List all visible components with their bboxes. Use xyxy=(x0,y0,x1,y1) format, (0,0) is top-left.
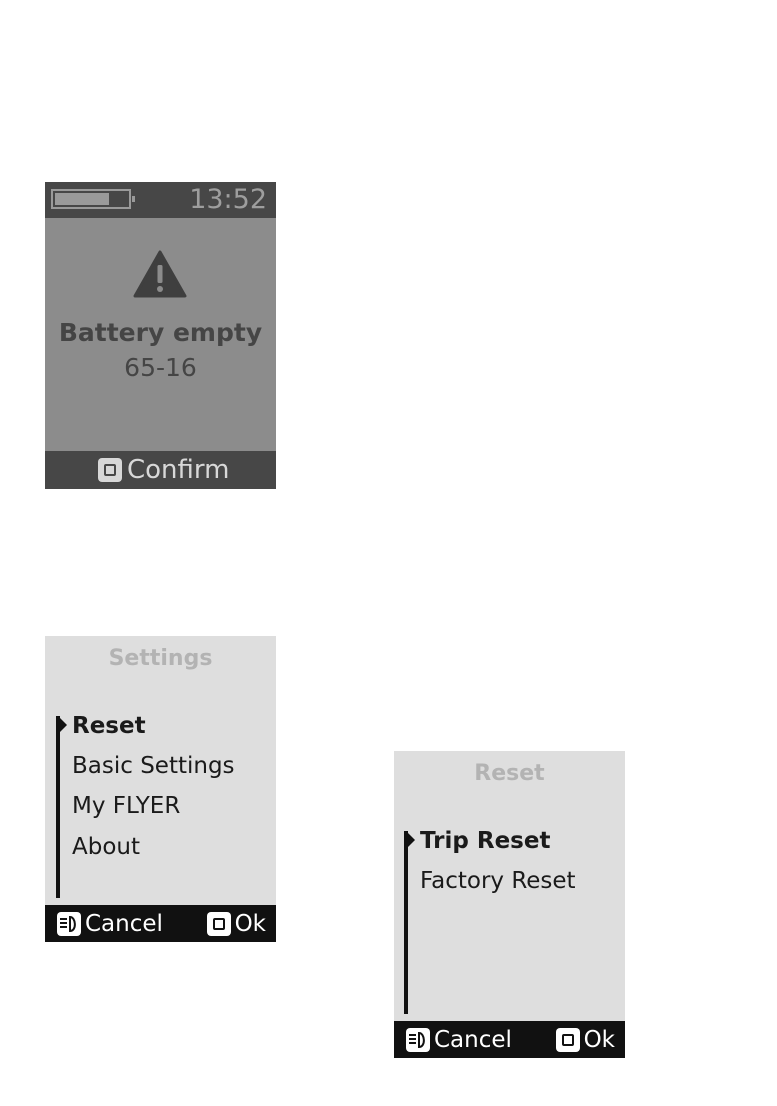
action-bar: Cancel Ok xyxy=(45,905,276,942)
battery-warning-screen: 13:52 Battery empty 65-16 Confirm xyxy=(45,182,276,489)
menu-scroll-track[interactable] xyxy=(404,831,408,1014)
status-bar: 13:52 xyxy=(45,182,276,218)
reset-menu-screen: Reset Trip Reset Factory Reset Cancel Ok xyxy=(394,751,625,1058)
battery-level-fill xyxy=(55,193,109,205)
battery-indicator-icon xyxy=(51,189,135,209)
menu-title: Reset xyxy=(474,761,545,786)
ok-button[interactable]: Ok xyxy=(555,1025,615,1054)
error-code: 65-16 xyxy=(124,353,197,382)
ok-label: Ok xyxy=(583,1026,615,1053)
selection-pointer-icon xyxy=(406,831,415,849)
ok-key-icon xyxy=(98,458,122,482)
ok-key-icon xyxy=(555,1027,580,1052)
ok-key-icon xyxy=(206,911,231,936)
menu-item-basic-settings[interactable]: Basic Settings xyxy=(72,751,235,781)
cancel-label: Cancel xyxy=(434,1026,512,1053)
ok-label: Ok xyxy=(234,910,266,937)
settings-menu-screen: Settings Reset Basic Settings My FLYER A… xyxy=(45,636,276,942)
warning-message: Battery empty xyxy=(58,318,263,347)
warning-triangle-icon xyxy=(133,250,187,298)
action-bar: Cancel Ok xyxy=(394,1021,625,1058)
action-bar: Confirm xyxy=(45,451,276,489)
clock: 13:52 xyxy=(189,184,267,215)
menu-item-my-flyer[interactable]: My FLYER xyxy=(72,791,180,821)
cancel-button[interactable]: Cancel xyxy=(406,1025,512,1054)
menu-item-factory-reset[interactable]: Factory Reset xyxy=(420,866,576,896)
menu-scroll-track[interactable] xyxy=(56,716,60,898)
menu-item-about[interactable]: About xyxy=(72,832,140,862)
confirm-button[interactable]: Confirm xyxy=(98,455,230,485)
confirm-label: Confirm xyxy=(127,455,230,485)
light-key-icon xyxy=(406,1027,430,1052)
light-key-icon xyxy=(57,911,81,936)
menu-item-reset[interactable]: Reset xyxy=(72,711,146,741)
selection-pointer-icon xyxy=(58,716,67,734)
cancel-button[interactable]: Cancel xyxy=(57,909,163,938)
ok-button[interactable]: Ok xyxy=(206,909,266,938)
menu-item-trip-reset[interactable]: Trip Reset xyxy=(420,826,550,856)
menu-title: Settings xyxy=(108,646,213,671)
cancel-label: Cancel xyxy=(85,910,163,937)
